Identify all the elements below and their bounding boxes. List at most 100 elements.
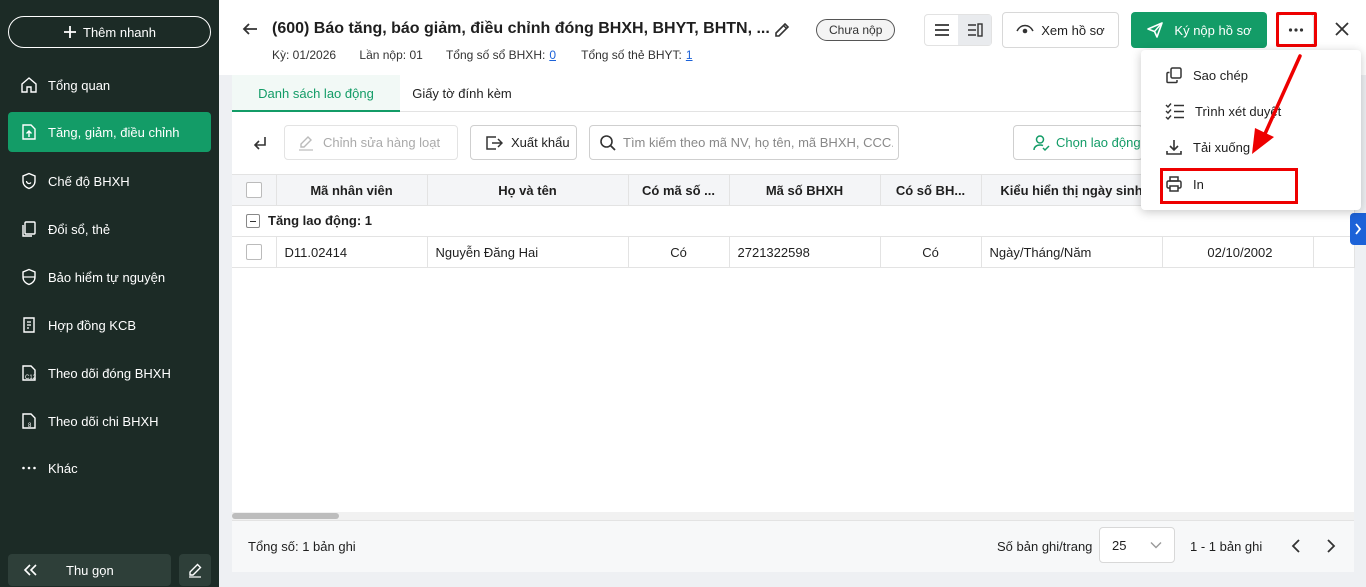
group-cell: Tăng lao động: 1 (232, 205, 1355, 237)
column-header[interactable]: Có mã số ... (628, 174, 730, 206)
menu-item-print[interactable]: In (1141, 166, 1361, 202)
printer-icon (1165, 175, 1183, 193)
choose-employee-button[interactable]: Chọn lao động (1013, 125, 1143, 160)
collapse-group-toggle[interactable] (246, 213, 260, 228)
sidebar-item-kcb-contract[interactable]: Hợp đồng KCB (8, 305, 211, 345)
sidebar-item-label: Bảo hiểm tự nguyện (48, 269, 166, 285)
shield-icon (20, 268, 38, 286)
menu-item-submit-review[interactable]: Trình xét duyệt (1141, 93, 1361, 129)
bulk-edit-label: Chỉnh sửa hàng loạt (323, 135, 441, 150)
sidebar: Thêm nhanh Tổng quan Tăng, giảm, điều ch… (0, 0, 219, 587)
checklist-icon (1165, 102, 1185, 120)
search-icon (599, 134, 617, 152)
svg-text:C12: C12 (25, 375, 37, 381)
scrollbar-thumb[interactable] (232, 513, 339, 519)
per-page-select[interactable]: 25 (1099, 527, 1175, 563)
sign-submit-button[interactable]: Ký nộp hồ sơ (1131, 12, 1267, 48)
menu-item-label: Tải xuống (1193, 139, 1251, 155)
chevron-right-icon[interactable] (1324, 538, 1338, 554)
select-all-cell (232, 174, 277, 206)
page-title: (600) Báo tăng, báo giảm, điều chỉnh đón… (272, 20, 770, 37)
column-header[interactable]: Mã số BHXH (729, 174, 881, 206)
sidebar-item-label: Khác (48, 460, 78, 476)
per-page-label: Số bản ghi/trang (997, 539, 1093, 554)
edit-button[interactable] (179, 554, 211, 586)
split-view-button[interactable] (958, 15, 991, 45)
quick-add-button[interactable]: Thêm nhanh (8, 16, 211, 48)
sidebar-item-voluntary-insurance[interactable]: Bảo hiểm tự nguyện (8, 257, 211, 297)
export-button[interactable]: Xuất khẩu (470, 125, 577, 160)
bhxh-total-link[interactable]: 0 (549, 48, 556, 62)
sidebar-item-card-exchange[interactable]: Đổi sổ, thẻ (8, 209, 211, 249)
record-range: 1 - 1 bản ghi (1190, 539, 1263, 554)
bhyt-total-link[interactable]: 1 (686, 48, 693, 62)
menu-item-copy[interactable]: Sao chép (1141, 57, 1361, 93)
collapse-sidebar-button[interactable]: Thu gọn (8, 554, 171, 586)
expand-side-panel-button[interactable] (1350, 213, 1366, 245)
view-toggle (924, 14, 992, 46)
export-icon (485, 134, 503, 152)
more-actions-button[interactable] (1278, 14, 1314, 46)
list-view-button[interactable] (925, 15, 958, 45)
trailing-cell (1313, 236, 1355, 268)
sidebar-item-other[interactable]: Khác (8, 448, 211, 488)
close-icon[interactable] (1333, 20, 1351, 38)
sort-arrow-icon[interactable] (252, 135, 268, 151)
c8-document-icon: 8 (20, 412, 38, 430)
file-arrow-icon (20, 123, 38, 141)
back-arrow-icon[interactable] (241, 20, 259, 38)
per-page-value: 25 (1112, 537, 1127, 553)
has-code-cell: Có (628, 236, 730, 268)
bulk-edit-button[interactable]: Chỉnh sửa hàng loạt (284, 125, 458, 160)
sidebar-item-track-spending[interactable]: 8 Theo dõi chi BHXH (8, 401, 211, 441)
sidebar-item-overview[interactable]: Tổng quan (8, 65, 211, 105)
menu-item-label: In (1193, 176, 1204, 192)
column-header[interactable]: Kiểu hiển thị ngày sinh (981, 174, 1163, 206)
birthdate-format-cell: Ngày/Tháng/Năm (981, 236, 1163, 268)
eye-icon (1016, 24, 1034, 36)
list-icon (934, 23, 950, 37)
search-input[interactable] (623, 135, 893, 150)
pencil-icon[interactable] (773, 21, 791, 39)
sidebar-item-label: Hợp đồng KCB (48, 317, 137, 333)
shield-refresh-icon (20, 172, 38, 190)
send-icon (1146, 21, 1164, 39)
user-check-icon (1032, 134, 1050, 152)
sidebar-item-label: Tổng quan (48, 77, 111, 93)
status-badge: Chưa nộp (816, 19, 896, 41)
column-header[interactable]: Có số BH... (880, 174, 982, 206)
row-checkbox[interactable] (245, 244, 262, 260)
sidebar-item-increase-decrease[interactable]: Tăng, giảm, điều chỉnh (8, 112, 211, 152)
chevron-left-icon[interactable] (1289, 538, 1303, 554)
home-icon (20, 76, 38, 94)
ellipsis-icon (20, 459, 38, 477)
birthdate-cell: 02/10/2002 (1162, 236, 1314, 268)
view-file-label: Xem hồ sơ (1041, 22, 1105, 38)
group-label: Tăng lao động: 1 (268, 213, 372, 229)
sidebar-item-track-payment[interactable]: C12 Theo dõi đóng BHXH (8, 353, 211, 393)
header-meta: Kỳ: 01/2026 Lần nộp: 01 Tổng số sổ BHXH:… (272, 48, 693, 62)
contract-icon (20, 316, 38, 334)
tab-attachments[interactable]: Giấy tờ đính kèm (400, 75, 524, 112)
sidebar-item-bhxh-regime[interactable]: Chế độ BHXH (8, 161, 211, 201)
split-view-icon (967, 23, 983, 37)
select-all-checkbox[interactable] (245, 182, 262, 198)
total-records: Tổng số: 1 bản ghi (248, 539, 356, 554)
menu-item-download[interactable]: Tải xuống (1141, 129, 1361, 165)
employee-code-cell: D11.02414 (276, 236, 428, 268)
tab-employee-list[interactable]: Danh sách lao động (232, 75, 400, 112)
bhxh-total-label: Tổng số sổ BHXH: (445, 48, 546, 62)
row-select-cell (232, 236, 277, 268)
column-header[interactable]: Họ và tên (427, 174, 629, 206)
sidebar-item-label: Theo dõi đóng BHXH (48, 365, 171, 381)
export-label: Xuất khẩu (511, 135, 570, 150)
documents-icon (20, 220, 38, 238)
collapse-label: Thu gọn (66, 562, 114, 578)
table-row[interactable]: D11.02414 Nguyễn Đăng Hai Có 2721322598 … (232, 236, 1355, 268)
view-file-button[interactable]: Xem hồ sơ (1002, 12, 1119, 48)
group-row: Tăng lao động: 1 (232, 205, 1355, 237)
bulk-edit-icon (297, 135, 315, 151)
edit-icon (187, 562, 203, 578)
column-header[interactable]: Mã nhân viên (276, 174, 428, 206)
horizontal-scrollbar[interactable] (232, 512, 1354, 520)
